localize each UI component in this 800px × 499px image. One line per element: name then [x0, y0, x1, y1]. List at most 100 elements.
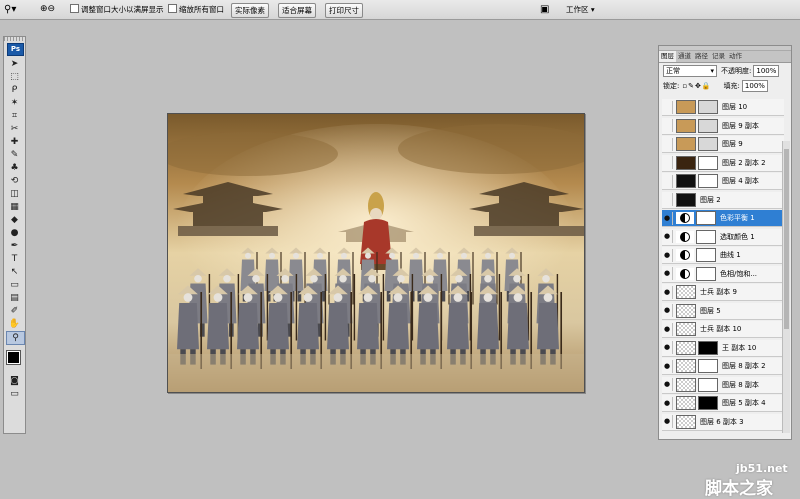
- layer-mask-thumbnail[interactable]: [696, 248, 716, 262]
- eye-icon[interactable]: ●: [662, 285, 673, 299]
- scrollbar-thumb[interactable]: [784, 149, 789, 329]
- eye-icon[interactable]: ●: [662, 248, 673, 262]
- layers-scrollbar[interactable]: [782, 141, 790, 433]
- resize-windows-label: 调整窗口大小以满屏显示: [81, 5, 164, 14]
- tab-history[interactable]: 记录: [710, 51, 727, 62]
- shape-icon[interactable]: ▭: [6, 279, 23, 291]
- crop-icon[interactable]: ⌗: [6, 110, 23, 122]
- layer-row[interactable]: 图层 2 副本 2: [662, 154, 784, 172]
- tab-paths[interactable]: 路径: [693, 51, 710, 62]
- tab-actions[interactable]: 动作: [727, 51, 744, 62]
- lock-icons[interactable]: ▫✎✥🔒: [682, 82, 711, 90]
- layer-row[interactable]: 图层 4 副本: [662, 173, 784, 190]
- layer-mask-thumbnail[interactable]: [696, 229, 716, 244]
- actual-pixels-button[interactable]: 实际像素: [231, 3, 269, 18]
- workspace-menu[interactable]: 工作区 ▾: [566, 3, 595, 16]
- zoom-icon[interactable]: ⚲: [6, 331, 25, 345]
- layer-row[interactable]: ● 色相/饱和...: [662, 265, 784, 283]
- blur-icon[interactable]: ◆: [6, 214, 23, 226]
- layer-row[interactable]: ● 图层 6 副本 3: [662, 413, 784, 431]
- document-canvas[interactable]: [167, 113, 585, 393]
- layer-mask-thumbnail[interactable]: [698, 359, 718, 373]
- screen-mode-icon[interactable]: ▭: [6, 388, 23, 400]
- fit-screen-button[interactable]: 适合屏幕: [278, 3, 316, 18]
- layer-row[interactable]: ● 图层 5 副本 4: [662, 395, 784, 412]
- layer-row[interactable]: 图层 10: [662, 99, 784, 116]
- layer-mask-thumbnail[interactable]: [698, 174, 718, 188]
- healing-brush-icon[interactable]: ✚: [6, 136, 23, 148]
- magic-wand-icon[interactable]: ✶: [6, 97, 23, 109]
- resize-windows-checkbox[interactable]: 调整窗口大小以满屏显示: [70, 3, 164, 16]
- eye-icon[interactable]: ●: [662, 230, 673, 243]
- layer-row[interactable]: ● 选取颜色 1: [662, 228, 784, 246]
- eyedropper-icon[interactable]: ✐: [6, 305, 23, 317]
- visibility-toggle[interactable]: [662, 193, 673, 206]
- layer-mask-thumbnail[interactable]: [698, 137, 718, 151]
- eye-icon[interactable]: ●: [662, 304, 673, 317]
- layer-row[interactable]: ● 曲线 1: [662, 247, 784, 264]
- lasso-icon[interactable]: ᑭ: [6, 84, 23, 96]
- layer-row[interactable]: ● 士兵 副本 9: [662, 284, 784, 301]
- foreground-color-swatch[interactable]: [6, 350, 21, 365]
- layer-mask-thumbnail[interactable]: [698, 118, 718, 133]
- layer-mask-thumbnail[interactable]: [698, 100, 718, 114]
- visibility-toggle[interactable]: [662, 174, 673, 188]
- layer-row[interactable]: ● 色彩平衡 1: [662, 210, 784, 227]
- file-browser-icon[interactable]: ▣: [540, 3, 549, 16]
- notes-icon[interactable]: ▤: [6, 292, 23, 304]
- zoom-all-windows-label: 缩放所有窗口: [179, 5, 224, 14]
- magnifier-icon[interactable]: ⚲▾: [4, 3, 16, 16]
- dodge-icon[interactable]: ●: [6, 227, 23, 239]
- pen-icon[interactable]: ✒: [6, 240, 23, 252]
- zoom-in-out-icon[interactable]: ⊕⊖: [40, 3, 55, 16]
- layer-row[interactable]: ● 图层 8 副本 2: [662, 358, 784, 375]
- visibility-toggle[interactable]: [662, 156, 673, 169]
- layer-row[interactable]: 图层 9 副本: [662, 117, 784, 135]
- layer-mask-thumbnail[interactable]: [698, 396, 718, 410]
- fill-input[interactable]: 100%: [741, 79, 768, 92]
- eye-icon[interactable]: ●: [662, 378, 673, 391]
- hand-icon[interactable]: ✋: [6, 318, 23, 330]
- brush-icon[interactable]: ✎: [6, 149, 23, 161]
- print-size-button[interactable]: 打印尺寸: [325, 3, 363, 18]
- tab-layers[interactable]: 图层: [659, 51, 676, 62]
- layer-mask-thumbnail[interactable]: [698, 155, 718, 170]
- slice-icon[interactable]: ✂: [6, 123, 23, 135]
- layer-row[interactable]: 图层 2: [662, 191, 784, 209]
- layer-mask-thumbnail[interactable]: [696, 266, 716, 281]
- layer-row[interactable]: ● 士兵 副本 10: [662, 321, 784, 338]
- ps-logo[interactable]: Ps: [7, 43, 24, 56]
- visibility-toggle[interactable]: [662, 100, 673, 114]
- move-icon[interactable]: ➤: [6, 58, 23, 70]
- eye-icon[interactable]: ●: [662, 267, 673, 280]
- eraser-icon[interactable]: ◫: [6, 188, 23, 200]
- layer-mask-thumbnail[interactable]: [698, 340, 718, 355]
- quick-mask-icon[interactable]: ◙: [6, 375, 23, 387]
- zoom-all-windows-checkbox[interactable]: 缩放所有窗口: [168, 3, 224, 16]
- layer-row[interactable]: ● 图层 8 副本: [662, 376, 784, 394]
- eye-icon[interactable]: ●: [662, 415, 673, 428]
- marquee-icon[interactable]: ⬚: [6, 71, 23, 83]
- layer-row[interactable]: ● 王 副本 10: [662, 339, 784, 357]
- path-select-icon[interactable]: ↖: [6, 266, 23, 278]
- visibility-toggle[interactable]: [662, 119, 673, 132]
- eye-icon[interactable]: ●: [662, 396, 673, 410]
- blend-mode-select[interactable]: 正常 ▾: [663, 64, 717, 77]
- eye-icon[interactable]: ●: [662, 341, 673, 354]
- gradient-icon[interactable]: ▦: [6, 201, 23, 213]
- type-icon[interactable]: T: [6, 253, 23, 265]
- layer-mask-thumbnail[interactable]: [698, 377, 718, 392]
- visibility-toggle[interactable]: [662, 137, 673, 151]
- layer-row[interactable]: ● 图层 5: [662, 302, 784, 320]
- eye-icon[interactable]: ●: [662, 322, 673, 336]
- layer-mask-thumbnail[interactable]: [696, 211, 716, 225]
- layer-row[interactable]: 图层 9: [662, 136, 784, 153]
- history-brush-icon[interactable]: ⟲: [6, 175, 23, 187]
- eye-icon[interactable]: ●: [662, 211, 673, 225]
- toolbox: Ps ➤ ⬚ ᑭ ✶ ⌗ ✂ ✚ ✎ ♣ ⟲ ◫ ▦ ◆ ● ✒ T ↖ ▭ ▤ ✐ ✋ ⚲ ◙ ▭: [3, 36, 26, 434]
- tab-channels[interactable]: 通道: [676, 51, 693, 62]
- opacity-input[interactable]: 100%: [753, 64, 780, 77]
- toolbox-grip[interactable]: [4, 37, 25, 41]
- clone-stamp-icon[interactable]: ♣: [6, 162, 23, 174]
- eye-icon[interactable]: ●: [662, 359, 673, 373]
